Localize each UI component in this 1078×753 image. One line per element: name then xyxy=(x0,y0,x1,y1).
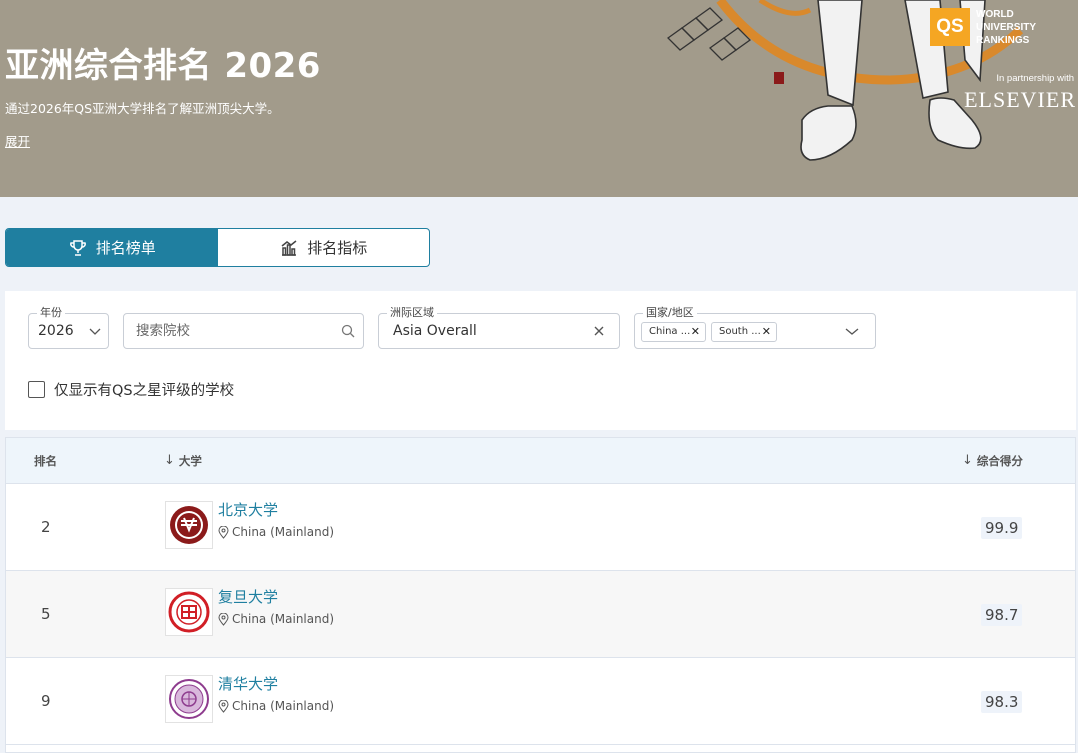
university-header[interactable]: ↓ 大学 xyxy=(164,438,202,484)
university-name-link[interactable]: 复旦大学 xyxy=(218,586,278,607)
rank-header-label: 排名 xyxy=(34,454,57,468)
partner-text: In partnership with xyxy=(996,73,1074,84)
hero-banner: 亚洲综合排名 2026 通过2026年QS亚洲大学排名了解亚洲顶尖大学。 展开 … xyxy=(0,0,1078,197)
score-header-label: 综合得分 xyxy=(976,454,1023,468)
chevron-down-icon xyxy=(845,328,859,335)
search-icon xyxy=(341,324,355,338)
location-pin-icon xyxy=(218,525,229,539)
year-value: 2026 xyxy=(38,323,74,339)
table-row: 5 复旦大学 China (Mainland) 98.7 xyxy=(6,571,1075,658)
rankings-table: 排名 ↓ 大学 ↓ 综合得分 2 北京大学 China (Mainland) 9… xyxy=(5,437,1076,753)
score-header[interactable]: ↓ 综合得分 xyxy=(962,438,1023,484)
university-header-label: 大学 xyxy=(178,454,202,468)
university-name-link[interactable]: 北京大学 xyxy=(218,499,278,520)
country-chip-label: South ... xyxy=(719,326,761,337)
university-name-link[interactable]: 清华大学 xyxy=(218,673,278,694)
country-label: 国家/地区 xyxy=(643,306,697,320)
fudan-seal-icon xyxy=(165,588,213,636)
year-select[interactable]: 年份 2026 xyxy=(28,306,109,349)
overall-score: 98.7 xyxy=(981,604,1023,626)
tsinghua-seal-icon xyxy=(165,675,213,723)
country-select[interactable]: 国家/地区 China ... ✕ South ... ✕ xyxy=(634,306,876,349)
qs-stars-checkbox[interactable] xyxy=(28,381,45,398)
table-header: 排名 ↓ 大学 ↓ 综合得分 xyxy=(6,438,1075,484)
qs-word-3: RANKINGS xyxy=(976,35,1030,46)
location-label: China (Mainland) xyxy=(232,699,335,713)
location-label: China (Mainland) xyxy=(232,525,335,539)
chip-remove-icon[interactable]: ✕ xyxy=(762,323,771,341)
qs-stars-label: 仅显示有QS之星评级的学校 xyxy=(54,383,235,399)
chevron-down-icon xyxy=(89,328,101,335)
page-description: 通过2026年QS亚洲大学排名了解亚洲顶尖大学。 xyxy=(5,101,280,116)
sort-arrow-icon: ↓ xyxy=(164,453,175,468)
rank-value: 2 xyxy=(41,518,51,536)
trophy-icon xyxy=(69,239,86,256)
overall-score: 98.3 xyxy=(981,691,1023,713)
search-field[interactable]: 搜索院校 xyxy=(123,313,364,349)
tab-rankings-label: 排名榜单 xyxy=(95,239,156,257)
rank-value: 9 xyxy=(41,692,51,710)
sort-arrow-icon: ↓ xyxy=(962,453,973,468)
qs-rankings-logo: QS WORLD UNIVERSITY RANKINGS xyxy=(930,8,1036,48)
location-pin-icon xyxy=(218,699,229,713)
qs-word-2: UNIVERSITY xyxy=(976,22,1037,33)
location-pin-icon xyxy=(218,612,229,626)
view-tabs: 排名榜单 排名指标 xyxy=(5,228,430,267)
qs-mark: QS xyxy=(930,8,970,46)
country-chip-china[interactable]: China ... ✕ xyxy=(641,322,706,342)
region-select[interactable]: 洲际区域 Asia Overall xyxy=(378,306,620,349)
university-location: China (Mainland) xyxy=(218,525,334,539)
elsevier-logo: ELSEVIER xyxy=(964,87,1076,112)
search-input[interactable]: 搜索院校 xyxy=(136,314,190,348)
chip-remove-icon[interactable]: ✕ xyxy=(691,323,700,341)
filter-panel: 年份 2026 搜索院校 洲际区域 Asia Overall 国家/地区 Chi… xyxy=(5,291,1076,430)
table-row: 9 清华大学 China (Mainland) 98.3 xyxy=(6,658,1075,745)
qs-stars-filter[interactable]: 仅显示有QS之星评级的学校 xyxy=(28,379,234,400)
tab-indicators[interactable]: 排名指标 xyxy=(218,229,430,266)
table-row: 2 北京大学 China (Mainland) 99.9 xyxy=(6,484,1075,571)
pku-seal-icon xyxy=(165,501,213,549)
clear-icon[interactable] xyxy=(591,323,607,339)
university-location: China (Mainland) xyxy=(218,612,334,626)
bar-chart-icon xyxy=(281,239,297,256)
qs-word-1: WORLD xyxy=(976,9,1014,20)
tab-indicators-label: 排名指标 xyxy=(307,239,368,257)
tab-rankings[interactable]: 排名榜单 xyxy=(6,229,218,266)
location-label: China (Mainland) xyxy=(232,612,335,626)
rank-value: 5 xyxy=(41,605,51,623)
region-value: Asia Overall xyxy=(393,323,477,339)
overall-score: 99.9 xyxy=(981,517,1023,539)
country-chip-south[interactable]: South ... ✕ xyxy=(711,322,777,342)
university-location: China (Mainland) xyxy=(218,699,334,713)
page-title: 亚洲综合排名 2026 xyxy=(5,46,321,86)
rank-header[interactable]: 排名 xyxy=(34,438,57,484)
country-chip-label: China ... xyxy=(649,326,691,337)
expand-link[interactable]: 展开 xyxy=(5,131,30,150)
